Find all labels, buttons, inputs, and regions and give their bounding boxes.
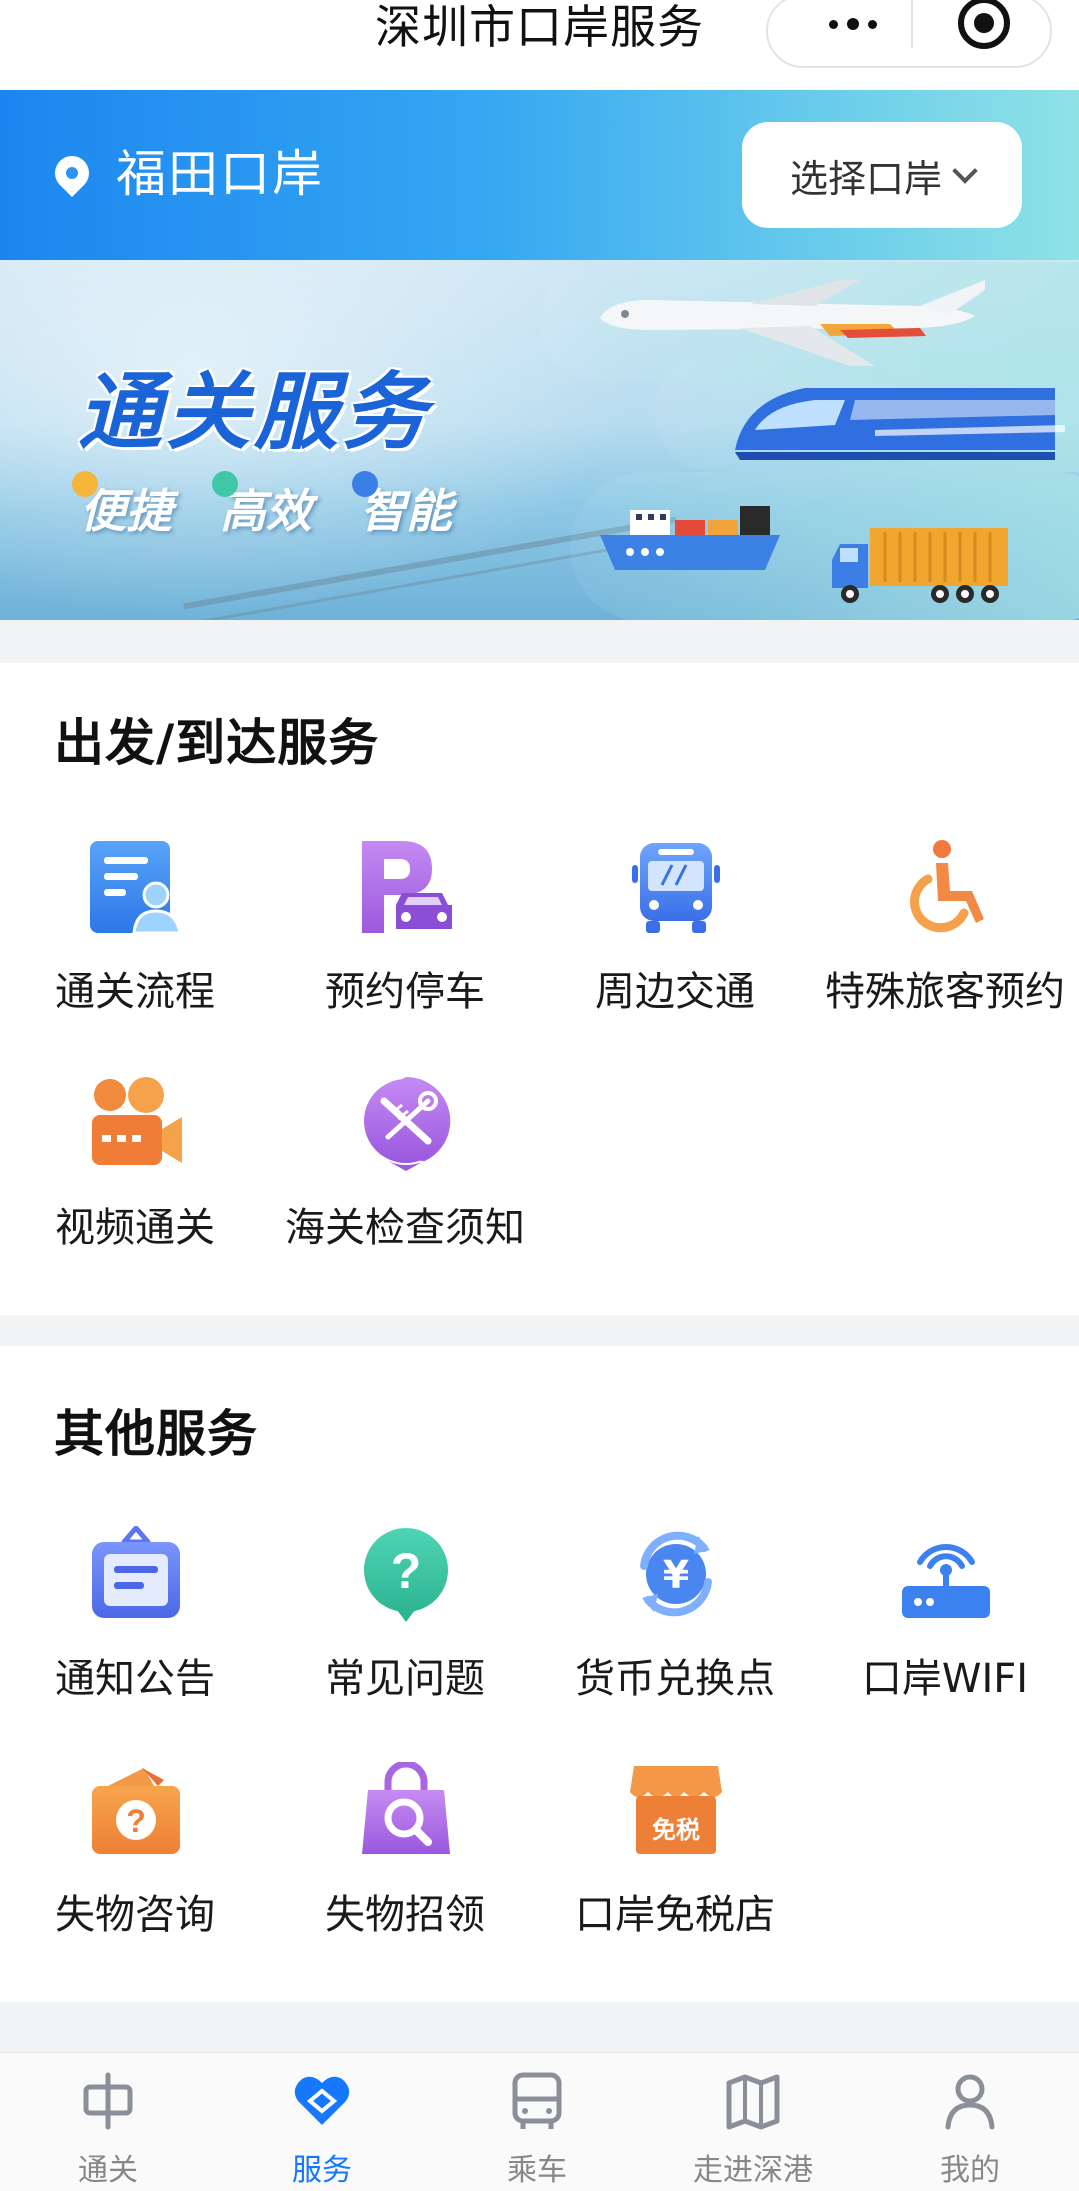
tab-label: 服务 bbox=[292, 2153, 352, 2188]
airplane-icon bbox=[600, 280, 985, 366]
service-item-label: 海关检查须知 bbox=[285, 1205, 525, 1251]
service-item-label: 货币兑换点 bbox=[575, 1656, 775, 1702]
current-port-name: 福田口岸 bbox=[116, 145, 324, 203]
service-item-label: 预约停车 bbox=[325, 969, 485, 1015]
banner-tag: 高效 bbox=[212, 471, 312, 541]
service-item-label: 口岸WIFI bbox=[861, 1656, 1029, 1702]
svg-text:?: ? bbox=[126, 1803, 146, 1839]
location-header: 福田口岸 选择口岸 bbox=[0, 90, 1079, 260]
bottom-tab-bar: 通关 服务 乘车 走进深港 我的 bbox=[0, 2052, 1079, 2191]
duty-free-badge: 免税 bbox=[652, 1816, 700, 1844]
tab-explore-shenzhen-hk[interactable]: 走进深港 bbox=[673, 2071, 833, 2191]
service-item-clearance-process[interactable]: 通关流程 bbox=[0, 839, 270, 1039]
tab-service[interactable]: 服务 bbox=[242, 2071, 402, 2191]
tab-label: 我的 bbox=[940, 2153, 1000, 2188]
service-item-faq[interactable]: ? 常见问题 bbox=[270, 1526, 540, 1726]
tab-label: 乘车 bbox=[507, 2153, 567, 2188]
user-icon bbox=[945, 2074, 995, 2130]
parking-car-icon bbox=[362, 841, 452, 933]
section-title: 出发/到达服务 bbox=[54, 714, 380, 772]
banner-tag: 智能 bbox=[352, 471, 452, 541]
svg-text:?: ? bbox=[391, 1543, 422, 1599]
chevron-down-icon bbox=[952, 158, 978, 184]
section-title: 其他服务 bbox=[54, 1405, 258, 1463]
notice-board-icon bbox=[92, 1526, 180, 1618]
customs-service-banner[interactable]: 通关服务 便捷 高效 智能 bbox=[0, 260, 1079, 620]
mini-program-title-bar: 深圳市口岸服务 bbox=[0, 0, 1079, 90]
service-item-label: 口岸免税店 bbox=[575, 1892, 775, 1938]
service-item-label: 失物咨询 bbox=[55, 1892, 215, 1938]
service-item-customs-inspection[interactable]: 海关检查须知 bbox=[270, 1075, 540, 1275]
bus-front-icon bbox=[512, 2072, 562, 2129]
service-item-special-passenger[interactable]: 特殊旅客预约 bbox=[810, 839, 1079, 1039]
cargo-ship-icon bbox=[600, 506, 780, 570]
service-item-parking[interactable]: 预约停车 bbox=[270, 839, 540, 1039]
select-port-button[interactable]: 选择口岸 bbox=[742, 122, 1022, 228]
service-item-label: 视频通关 bbox=[55, 1205, 215, 1251]
service-item-lost-inquiry[interactable]: ? 失物咨询 bbox=[0, 1762, 270, 1962]
service-item-currency-exchange[interactable]: ¥ 货币兑换点 bbox=[540, 1526, 810, 1726]
capsule-divider bbox=[911, 0, 913, 48]
wheelchair-icon bbox=[910, 840, 984, 933]
video-camera-icon bbox=[92, 1077, 182, 1165]
service-item-nearby-transport[interactable]: 周边交通 bbox=[540, 839, 810, 1039]
map-icon bbox=[726, 2074, 780, 2130]
tab-profile[interactable]: 我的 bbox=[890, 2071, 1050, 2191]
service-item-label: 通知公告 bbox=[55, 1656, 215, 1702]
bus-icon bbox=[632, 843, 720, 933]
document-person-icon bbox=[90, 841, 182, 935]
search-bag-icon bbox=[362, 1762, 450, 1854]
tab-label: 通关 bbox=[78, 2153, 138, 2188]
question-bubble-icon: ? bbox=[364, 1528, 448, 1622]
banner-tag: 便捷 bbox=[72, 471, 172, 541]
service-item-duty-free[interactable]: 免税 口岸免税店 bbox=[540, 1762, 810, 1962]
location-pin-icon bbox=[47, 148, 97, 198]
tab-ride[interactable]: 乘车 bbox=[457, 2071, 617, 2191]
service-icon bbox=[294, 2076, 350, 2125]
service-item-port-wifi[interactable]: 口岸WIFI bbox=[810, 1526, 1079, 1726]
svg-text:¥: ¥ bbox=[663, 1553, 689, 1597]
other-services-card: 其他服务 通知公告 ? 常见问题 ¥ 货币兑换点 口岸WIFI ? 失物咨询 失… bbox=[0, 1346, 1079, 2002]
inspection-tools-icon bbox=[364, 1076, 451, 1171]
service-item-label: 失物招领 bbox=[325, 1892, 485, 1938]
lost-item-box-icon: ? bbox=[92, 1768, 180, 1854]
service-item-lost-found[interactable]: 失物招领 bbox=[270, 1762, 540, 1962]
container-truck-icon bbox=[832, 528, 1008, 603]
duty-free-shop-icon: 免税 bbox=[630, 1766, 722, 1854]
service-item-label: 通关流程 bbox=[55, 969, 215, 1015]
select-port-label: 选择口岸 bbox=[789, 156, 942, 201]
service-item-label: 特殊旅客预约 bbox=[825, 969, 1065, 1015]
banner-title: 通关服务 bbox=[78, 363, 431, 461]
service-item-label: 周边交通 bbox=[595, 969, 755, 1015]
customs-icon bbox=[83, 2072, 133, 2130]
tab-customs[interactable]: 通关 bbox=[28, 2071, 188, 2191]
wifi-router-icon bbox=[902, 1543, 990, 1618]
menu-capsule bbox=[766, 0, 1052, 68]
service-item-label: 常见问题 bbox=[325, 1656, 485, 1702]
service-item-notice[interactable]: 通知公告 bbox=[0, 1526, 270, 1726]
target-circle-icon[interactable] bbox=[958, 0, 1010, 49]
tab-label: 走进深港 bbox=[693, 2153, 813, 2188]
banner-tags: 便捷 高效 智能 bbox=[72, 471, 452, 541]
currency-exchange-icon: ¥ bbox=[640, 1531, 712, 1617]
departure-arrival-services-card: 出发/到达服务 通关流程 预约停车 周边交通 特殊旅客预约 视频通关 海关检查须… bbox=[0, 663, 1079, 1315]
high-speed-train-icon bbox=[735, 388, 1065, 460]
more-dots-icon[interactable] bbox=[808, 4, 898, 44]
service-item-video-clearance[interactable]: 视频通关 bbox=[0, 1075, 270, 1275]
